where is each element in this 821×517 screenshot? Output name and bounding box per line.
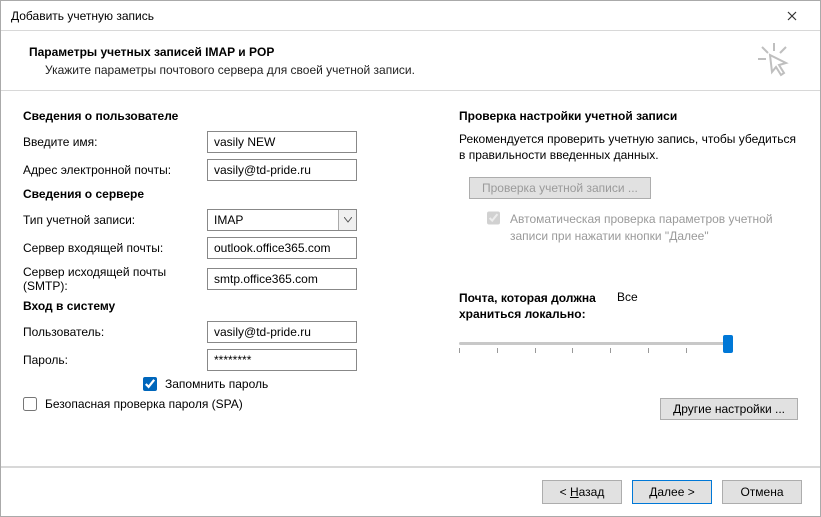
- email-label: Адрес электронной почты:: [23, 163, 207, 177]
- account-type-value: IMAP: [208, 213, 338, 227]
- content-area: Сведения о пользователе Введите имя: Адр…: [1, 91, 820, 466]
- close-icon: [787, 11, 797, 21]
- cancel-button[interactable]: Отмена: [722, 480, 802, 504]
- back-button[interactable]: < Назад: [542, 480, 622, 504]
- account-type-label: Тип учетной записи:: [23, 213, 207, 227]
- incoming-server-input[interactable]: [207, 237, 357, 259]
- outgoing-label: Сервер исходящей почты (SMTP):: [23, 265, 207, 293]
- password-label: Пароль:: [23, 353, 207, 367]
- header-title: Параметры учетных записей IMAP и POP: [29, 45, 415, 59]
- login-section-title: Вход в систему: [23, 299, 423, 313]
- outgoing-server-input[interactable]: [207, 268, 357, 290]
- mail-keep-label: Почта, которая должна храниться локально…: [459, 290, 599, 322]
- chevron-down-icon: [338, 210, 356, 230]
- remember-password-checkbox[interactable]: [143, 377, 157, 391]
- user-section-title: Сведения о пользователе: [23, 109, 423, 123]
- mail-keep-slider[interactable]: [459, 332, 729, 356]
- wizard-header: Параметры учетных записей IMAP и POP Ука…: [1, 31, 820, 90]
- add-account-window: Добавить учетную запись Параметры учетны…: [0, 0, 821, 517]
- test-section-title: Проверка настройки учетной записи: [459, 109, 798, 123]
- name-label: Введите имя:: [23, 135, 207, 149]
- slider-thumb[interactable]: [723, 335, 733, 353]
- more-settings-button[interactable]: Другие настройки ...: [660, 398, 798, 420]
- test-account-button[interactable]: Проверка учетной записи ...: [469, 177, 651, 199]
- server-section-title: Сведения о сервере: [23, 187, 423, 201]
- titlebar: Добавить учетную запись: [1, 1, 820, 31]
- left-column: Сведения о пользователе Введите имя: Адр…: [23, 105, 423, 460]
- username-label: Пользователь:: [23, 325, 207, 339]
- test-description: Рекомендуется проверить учетную запись, …: [459, 131, 798, 163]
- remember-password-label: Запомнить пароль: [165, 377, 268, 391]
- window-title: Добавить учетную запись: [11, 9, 154, 23]
- email-input[interactable]: [207, 159, 357, 181]
- next-button[interactable]: Далее >: [632, 480, 712, 504]
- auto-test-checkbox[interactable]: [487, 211, 500, 225]
- spa-checkbox[interactable]: [23, 397, 37, 411]
- right-column: Проверка настройки учетной записи Рекоме…: [453, 105, 798, 460]
- mail-keep-value: Все: [617, 290, 638, 322]
- wizard-footer: < Назад Далее > Отмена: [1, 467, 820, 516]
- name-input[interactable]: [207, 131, 357, 153]
- close-button[interactable]: [772, 2, 812, 30]
- header-subtitle: Укажите параметры почтового сервера для …: [45, 63, 415, 77]
- spa-label: Безопасная проверка пароля (SPA): [45, 397, 243, 411]
- slider-track: [459, 342, 729, 345]
- username-input[interactable]: [207, 321, 357, 343]
- incoming-label: Сервер входящей почты:: [23, 241, 207, 255]
- account-type-select[interactable]: IMAP: [207, 209, 357, 231]
- cursor-click-icon: [756, 41, 792, 80]
- password-input[interactable]: [207, 349, 357, 371]
- auto-test-label: Автоматическая проверка параметров учетн…: [510, 211, 798, 243]
